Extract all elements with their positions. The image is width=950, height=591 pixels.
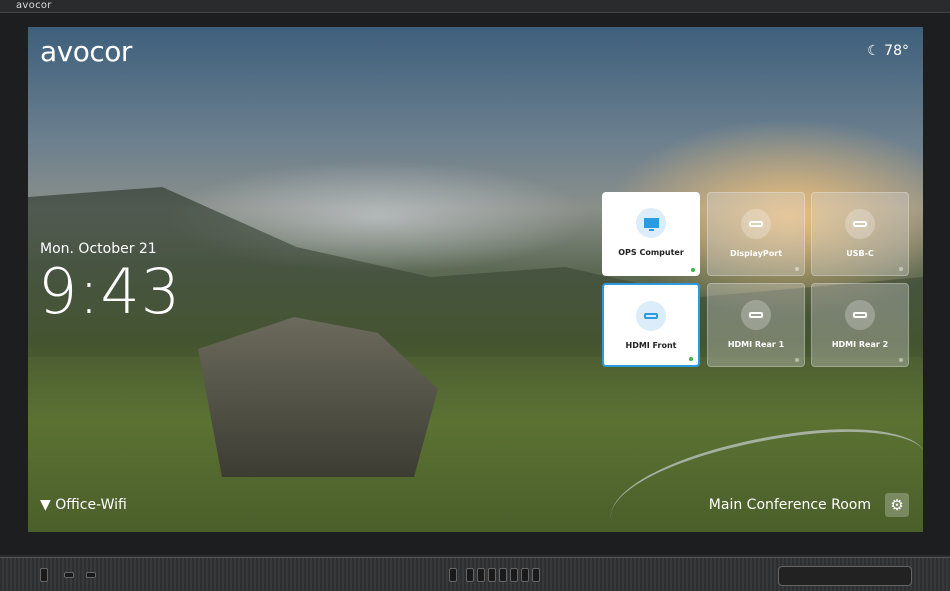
source-label: HDMI Rear 1 (727, 340, 785, 349)
gear-icon: ⚙ (890, 496, 904, 514)
signal-indicator (691, 268, 695, 272)
source-tile[interactable]: HDMI Rear 1 (707, 283, 805, 367)
panel-button[interactable] (532, 568, 540, 582)
temperature: 78° (884, 43, 909, 59)
wifi-icon: ▼ (40, 497, 51, 513)
panel-button[interactable] (477, 568, 485, 582)
hdmi-icon (636, 301, 666, 331)
hdmi-icon (845, 300, 875, 330)
panel-button[interactable] (499, 568, 507, 582)
bezel-logo: avocor (16, 0, 52, 11)
signal-indicator (899, 358, 903, 362)
source-label: HDMI Front (625, 341, 677, 350)
source-tile[interactable]: OPS Computer (602, 192, 700, 276)
moon-icon: ☾ (867, 43, 880, 59)
port-icon (845, 209, 875, 239)
signal-indicator (689, 357, 693, 361)
panel-button[interactable] (510, 568, 518, 582)
source-tile[interactable]: USB-C (811, 192, 909, 276)
panel-button[interactable] (449, 568, 457, 582)
clock: 9:43 (38, 255, 182, 328)
front-panel (0, 557, 950, 591)
settings-button[interactable]: ⚙ (885, 493, 909, 517)
front-hdmi-port (64, 572, 74, 578)
monitor-icon (636, 208, 666, 238)
source-label: USB-C (846, 249, 874, 258)
room-name: Main Conference Room (708, 497, 871, 513)
source-label: HDMI Rear 2 (831, 340, 889, 349)
panel-button[interactable] (521, 568, 529, 582)
signal-indicator (795, 267, 799, 271)
avocor-logo: avocor (40, 35, 132, 68)
wifi-status[interactable]: ▼ Office-Wifi (40, 497, 127, 513)
source-label: OPS Computer (618, 248, 684, 257)
source-tile[interactable]: HDMI Rear 2 (811, 283, 909, 367)
panel-button[interactable] (488, 568, 496, 582)
front-usb-port (40, 568, 48, 582)
panel-button[interactable] (466, 568, 474, 582)
signal-indicator (899, 267, 903, 271)
source-tile[interactable]: DisplayPort (707, 192, 805, 276)
source-tile[interactable]: HDMI Front (602, 283, 700, 367)
background-road (602, 415, 923, 532)
port-icon (741, 209, 771, 239)
wifi-name: Office-Wifi (55, 497, 127, 513)
signal-indicator (795, 358, 799, 362)
hdmi-icon (741, 300, 771, 330)
home-screen: avocor ☾ 78° Mon. October 21 9:43 ▼ Offi… (28, 27, 923, 532)
front-usbc-port (86, 572, 96, 578)
source-label: DisplayPort (729, 249, 783, 258)
weather-widget: ☾ 78° (867, 43, 909, 59)
pen-tray (778, 566, 912, 586)
